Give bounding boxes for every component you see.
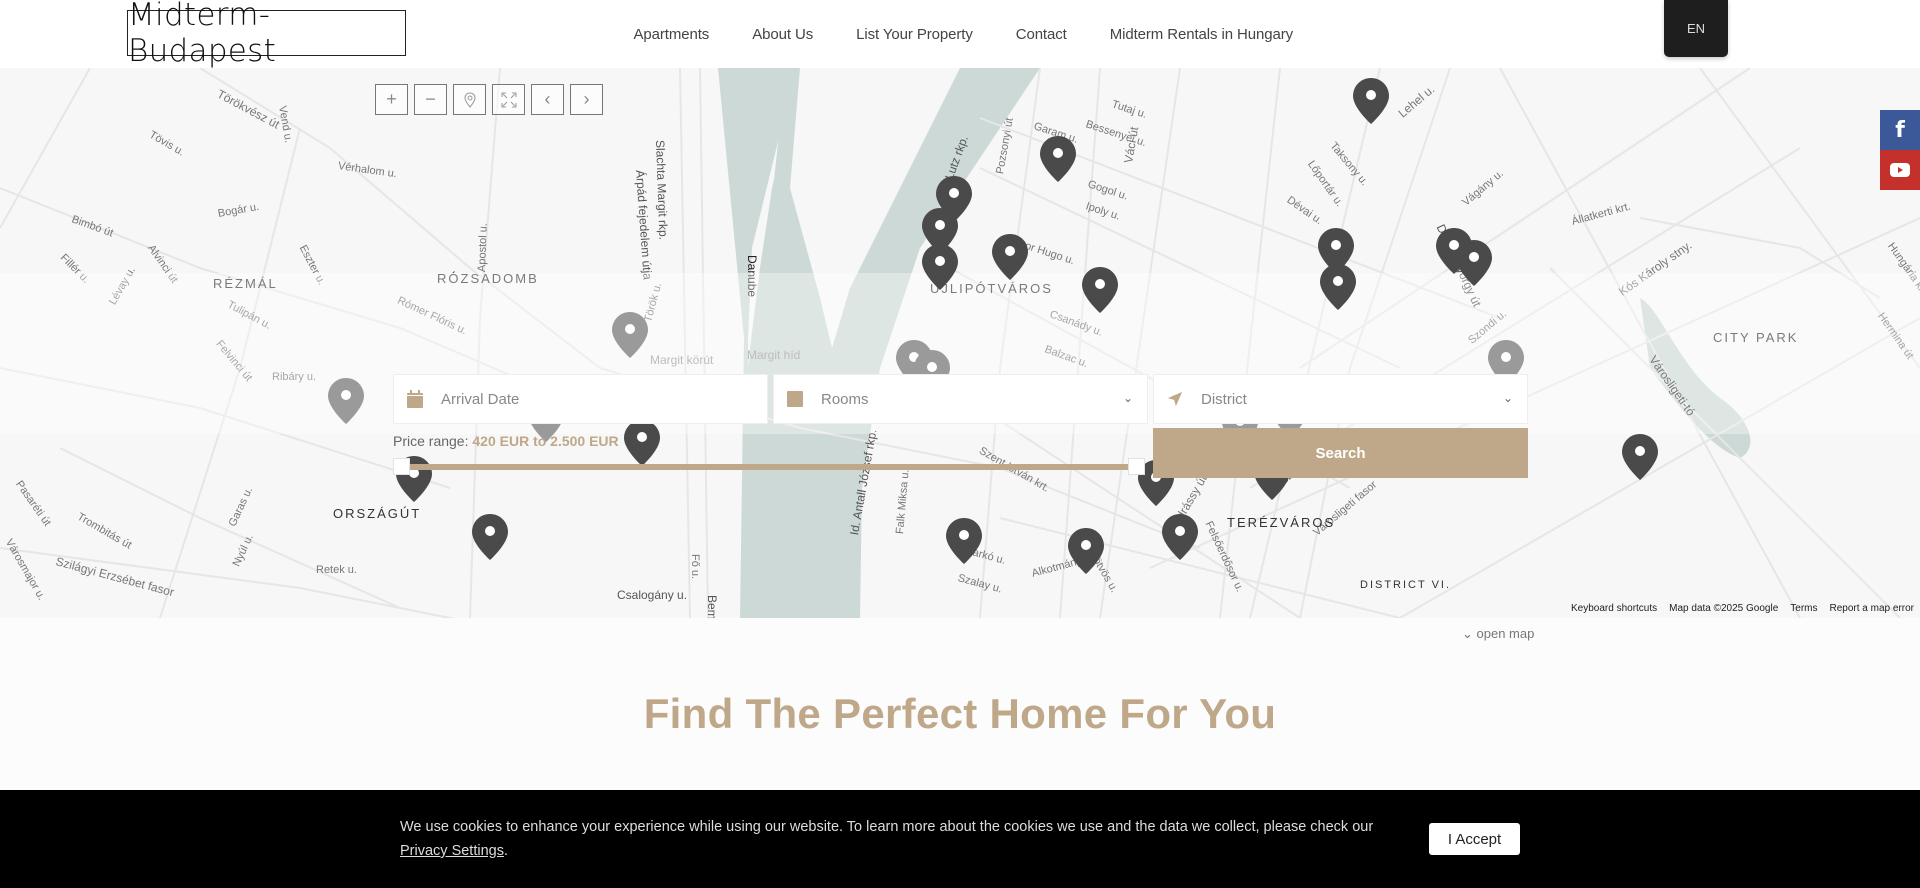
map-marker[interactable] [990, 232, 1030, 282]
district-placeholder: District [1201, 390, 1247, 408]
street-label: Retek u. [316, 564, 357, 576]
map-data-text: Map data ©2025 Google [1669, 603, 1779, 614]
nav-list-your-property[interactable]: List Your Property [856, 26, 973, 43]
chevron-down-icon: ⌄ [1502, 391, 1513, 405]
language-switcher[interactable]: EN [1664, 0, 1728, 57]
page-headline: Find The Perfect Home For You [643, 690, 1277, 737]
price-min-handle[interactable] [393, 458, 410, 475]
social-sidebar: f [1880, 110, 1920, 190]
map-marker[interactable] [1160, 512, 1200, 562]
zoom-out-button[interactable]: − [414, 84, 447, 115]
rooms-placeholder: Rooms [821, 390, 869, 408]
map-marker[interactable] [1454, 238, 1494, 288]
map-marker[interactable] [1080, 265, 1120, 315]
fullscreen-button[interactable] [492, 84, 525, 115]
price-range-value: 420 EUR to 2.500 EUR [472, 433, 619, 449]
district-label: DISTRICT VI. [1360, 579, 1452, 591]
cookie-text: We use cookies to enhance your experienc… [400, 815, 1400, 863]
navigation-arrow-icon [1167, 391, 1183, 407]
map-marker[interactable] [920, 242, 960, 292]
next-button[interactable]: › [570, 84, 603, 115]
map-marker[interactable] [1620, 432, 1660, 482]
nav-about-us[interactable]: About Us [752, 26, 813, 43]
accept-cookies-button[interactable]: I Accept [1429, 823, 1520, 855]
report-map-error-link[interactable]: Report a map error [1830, 603, 1914, 614]
previous-button[interactable]: ‹ [531, 84, 564, 115]
location-pin-button[interactable] [453, 84, 486, 115]
fullscreen-icon [501, 92, 516, 107]
main-nav: Apartments About Us List Your Property C… [612, 0, 1315, 68]
nav-apartments[interactable]: Apartments [634, 26, 710, 43]
logo[interactable]: Midterm-Budapest [127, 0, 406, 69]
price-range-slider[interactable] [403, 464, 1129, 470]
site-header: Midterm-Budapest Apartments About Us Lis… [0, 0, 1920, 69]
cookie-banner: We use cookies to enhance your experienc… [0, 790, 1920, 888]
youtube-icon[interactable] [1880, 150, 1920, 190]
district-label: ORSZÁGÚT [333, 506, 422, 521]
cookie-message: We use cookies to enhance your experienc… [400, 819, 1374, 835]
map-marker[interactable] [944, 516, 984, 566]
rooms-select[interactable]: Rooms ⌄ [773, 374, 1148, 424]
price-range-title: Price range: [393, 433, 469, 449]
map-marker[interactable] [1318, 262, 1358, 312]
arrival-date-input[interactable]: Arrival Date [393, 374, 768, 424]
facebook-icon[interactable]: f [1880, 110, 1920, 150]
chevron-down-icon: ⌄ [1122, 391, 1133, 405]
street-label: Apostol u. [476, 222, 490, 273]
calendar-icon [407, 390, 423, 408]
search-button[interactable]: Search [1153, 428, 1528, 478]
map-marker[interactable] [326, 376, 366, 426]
arrival-date-placeholder: Arrival Date [441, 390, 520, 408]
zoom-in-button[interactable]: + [375, 84, 408, 115]
map-marker[interactable] [1066, 526, 1106, 576]
price-range-label: Price range: 420 EUR to 2.500 EUR [393, 433, 619, 449]
cookie-suffix: . [503, 843, 508, 859]
privacy-settings-link[interactable]: Privacy Settings [400, 843, 504, 859]
map-marker[interactable] [622, 418, 662, 468]
map-marker[interactable] [1351, 76, 1391, 126]
open-map-toggle[interactable]: ⌄ open map [1462, 626, 1534, 642]
map-marker[interactable] [610, 310, 650, 360]
street-label: Fő u. [689, 554, 701, 580]
nav-contact[interactable]: Contact [1016, 26, 1067, 43]
map-marker[interactable] [1038, 134, 1078, 184]
street-label: Csalogány u. [617, 588, 688, 602]
map-controls: + − ‹ › [375, 84, 603, 115]
district-select[interactable]: District ⌄ [1153, 374, 1528, 424]
location-pin-icon [463, 91, 476, 108]
map-marker[interactable] [470, 512, 510, 562]
keyboard-shortcuts-link[interactable]: Keyboard shortcuts [1571, 603, 1657, 614]
price-max-handle[interactable] [1128, 458, 1145, 475]
district-label: TERÉZVÁROS [1227, 515, 1336, 530]
map-attribution: Keyboard shortcuts Map data ©2025 Google… [1571, 603, 1914, 614]
room-icon [787, 391, 803, 407]
open-map-label: open map [1476, 626, 1535, 641]
street-label: Bem rkp. [705, 595, 719, 618]
chevron-down-icon: ⌄ [1462, 626, 1477, 641]
terms-link[interactable]: Terms [1790, 603, 1817, 614]
nav-midterm-rentals-hungary[interactable]: Midterm Rentals in Hungary [1110, 26, 1293, 43]
